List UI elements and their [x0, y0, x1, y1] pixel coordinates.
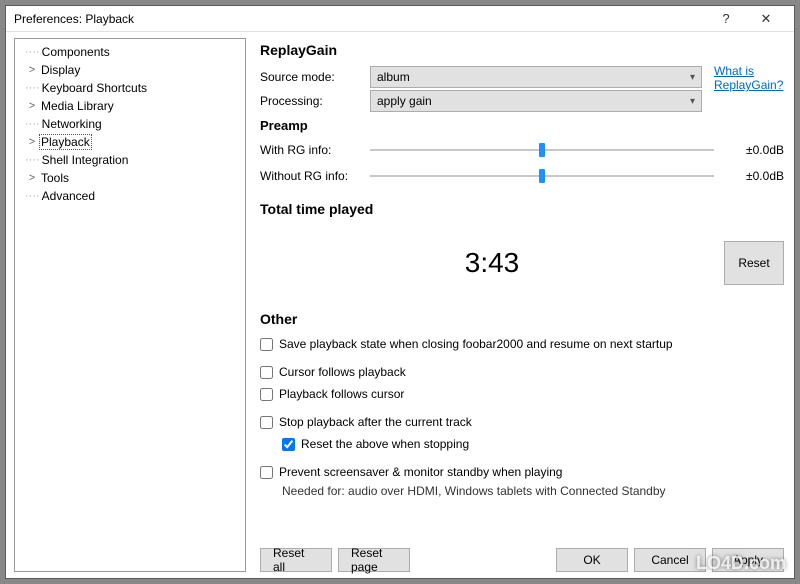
content-panel: ReplayGain Source mode: album ▾ Processi… [250, 32, 794, 578]
tree-dotted-icon: ···· [25, 118, 40, 130]
tree-item-components[interactable]: ····Components [15, 43, 245, 61]
with-rg-value: ±0.0dB [714, 143, 784, 157]
other-title: Other [260, 311, 784, 327]
tree-item-label: Playback [39, 134, 92, 150]
playback-follows-label: Playback follows cursor [279, 387, 404, 401]
total-time-value: 3:43 [260, 229, 724, 297]
tree-item-label: Keyboard Shortcuts [40, 81, 147, 95]
tree-dotted-icon: ···· [25, 190, 40, 202]
cursor-follows-checkbox[interactable] [260, 366, 273, 379]
total-time-title: Total time played [260, 201, 784, 217]
tree-item-tools[interactable]: >Tools [15, 169, 245, 187]
tree-item-shell-integration[interactable]: ····Shell Integration [15, 151, 245, 169]
tree-item-label: Networking [40, 117, 102, 131]
apply-button[interactable]: Apply [712, 548, 784, 572]
tree-dotted-icon: ···· [25, 154, 40, 166]
reset-above-checkbox-row[interactable]: Reset the above when stopping [282, 437, 784, 451]
without-rg-value: ±0.0dB [714, 169, 784, 183]
help-button[interactable]: ? [706, 7, 746, 31]
reset-page-button[interactable]: Reset page [338, 548, 410, 572]
cursor-follows-checkbox-row[interactable]: Cursor follows playback [260, 365, 784, 379]
titlebar: Preferences: Playback ? ✕ [6, 6, 794, 32]
tree-item-playback[interactable]: >Playback [15, 133, 245, 151]
without-rg-slider[interactable] [370, 166, 714, 186]
processing-label: Processing: [260, 94, 370, 108]
reset-all-button[interactable]: Reset all [260, 548, 332, 572]
chevron-down-icon: ▾ [690, 96, 695, 107]
stop-after-checkbox[interactable] [260, 416, 273, 429]
replaygain-title: ReplayGain [260, 42, 784, 58]
tree-dotted-icon: ···· [25, 46, 40, 58]
playback-follows-checkbox[interactable] [260, 388, 273, 401]
tree-dotted-icon: ···· [25, 82, 40, 94]
tree-item-media-library[interactable]: >Media Library [15, 97, 245, 115]
tree-item-display[interactable]: >Display [15, 61, 245, 79]
prevent-ss-hint: Needed for: audio over HDMI, Windows tab… [282, 484, 784, 498]
processing-dropdown[interactable]: apply gain ▾ [370, 90, 702, 112]
tree-expand-icon[interactable]: > [25, 64, 39, 76]
tree-item-label: Advanced [40, 189, 95, 203]
tree-expand-icon[interactable]: > [25, 100, 39, 112]
ok-button[interactable]: OK [556, 548, 628, 572]
tree-item-label: Tools [39, 171, 69, 185]
tree-item-networking[interactable]: ····Networking [15, 115, 245, 133]
cancel-button[interactable]: Cancel [634, 548, 706, 572]
tree-item-label: Components [40, 45, 110, 59]
playback-follows-checkbox-row[interactable]: Playback follows cursor [260, 387, 784, 401]
prevent-ss-checkbox[interactable] [260, 466, 273, 479]
save-state-label: Save playback state when closing foobar2… [279, 337, 673, 351]
source-mode-value: album [377, 70, 410, 84]
tree-item-label: Media Library [39, 99, 114, 113]
tree-item-label: Shell Integration [40, 153, 129, 167]
cursor-follows-label: Cursor follows playback [279, 365, 406, 379]
without-rg-label: Without RG info: [260, 169, 370, 183]
window-title: Preferences: Playback [14, 12, 706, 26]
tree-expand-icon[interactable]: > [25, 136, 39, 148]
tree-expand-icon[interactable]: > [25, 172, 39, 184]
source-mode-label: Source mode: [260, 70, 370, 84]
dialog-body: ····Components>Display····Keyboard Short… [6, 32, 794, 578]
reset-above-checkbox[interactable] [282, 438, 295, 451]
processing-value: apply gain [377, 94, 432, 108]
source-mode-dropdown[interactable]: album ▾ [370, 66, 702, 88]
save-state-checkbox-row[interactable]: Save playback state when closing foobar2… [260, 337, 784, 351]
prevent-ss-label: Prevent screensaver & monitor standby wh… [279, 465, 562, 479]
chevron-down-icon: ▾ [690, 72, 695, 83]
stop-after-checkbox-row[interactable]: Stop playback after the current track [260, 415, 784, 429]
what-is-replaygain-link[interactable]: What is ReplayGain? [714, 64, 784, 93]
preamp-title: Preamp [260, 118, 784, 133]
reset-time-button[interactable]: Reset [724, 241, 784, 285]
category-tree[interactable]: ····Components>Display····Keyboard Short… [14, 38, 246, 572]
stop-after-label: Stop playback after the current track [279, 415, 472, 429]
preferences-window: Preferences: Playback ? ✕ ····Components… [5, 5, 795, 579]
tree-item-keyboard-shortcuts[interactable]: ····Keyboard Shortcuts [15, 79, 245, 97]
tree-item-advanced[interactable]: ····Advanced [15, 187, 245, 205]
reset-above-label: Reset the above when stopping [301, 437, 469, 451]
tree-item-label: Display [39, 63, 80, 77]
with-rg-slider[interactable] [370, 140, 714, 160]
save-state-checkbox[interactable] [260, 338, 273, 351]
prevent-ss-checkbox-row[interactable]: Prevent screensaver & monitor standby wh… [260, 465, 784, 479]
close-button[interactable]: ✕ [746, 7, 786, 31]
with-rg-label: With RG info: [260, 143, 370, 157]
